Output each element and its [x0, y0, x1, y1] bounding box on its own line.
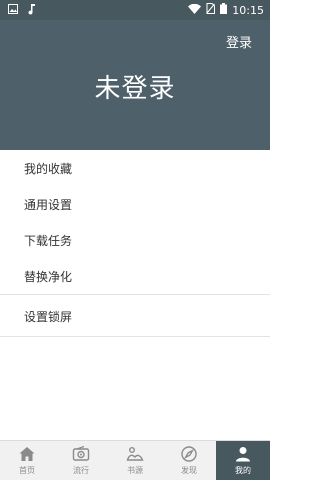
home-icon [19, 447, 35, 461]
nav-item-popular[interactable]: 流行 [54, 441, 108, 480]
no-sim-icon [206, 3, 216, 17]
nav-item-home[interactable]: 首页 [0, 441, 54, 480]
nav-label: 发现 [181, 466, 197, 475]
menu-item-replace-purify[interactable]: 替换净化 [0, 258, 270, 294]
clock: 10:15 [232, 3, 264, 17]
bottom-navigation: 首页 流行 书源 发现 我的 [0, 440, 270, 480]
compass-icon [181, 446, 197, 462]
status-bar: 10:15 [0, 0, 270, 20]
image-icon [8, 4, 18, 18]
menu-group-main: 我的收藏 通用设置 下载任务 替换净化 [0, 150, 270, 294]
menu-group-lock: 设置锁屏 [0, 295, 270, 336]
nav-label: 首页 [19, 466, 35, 475]
profile-header: 登录 未登录 [0, 20, 270, 150]
wifi-icon [188, 3, 202, 17]
menu-item-download-tasks[interactable]: 下载任务 [0, 222, 270, 258]
page-title: 未登录 [94, 74, 176, 104]
menu-item-lock-screen[interactable]: 设置锁屏 [0, 296, 270, 336]
nav-item-discover[interactable]: 发现 [162, 441, 216, 480]
login-button[interactable]: 登录 [226, 32, 252, 51]
radio-icon [72, 445, 90, 461]
divider [0, 336, 270, 337]
battery-icon [220, 3, 228, 17]
music-note-icon [28, 4, 36, 18]
book-source-icon [126, 447, 144, 461]
nav-item-mine[interactable]: 我的 [216, 441, 270, 480]
nav-label: 流行 [73, 466, 89, 475]
menu-item-general-settings[interactable]: 通用设置 [0, 186, 270, 222]
settings-menu: 我的收藏 通用设置 下载任务 替换净化 设置锁屏 [0, 150, 270, 337]
menu-item-favorites[interactable]: 我的收藏 [0, 150, 270, 186]
nav-item-book-source[interactable]: 书源 [108, 441, 162, 480]
nav-label: 我的 [235, 466, 251, 475]
nav-label: 书源 [127, 466, 143, 475]
person-icon [236, 447, 250, 462]
